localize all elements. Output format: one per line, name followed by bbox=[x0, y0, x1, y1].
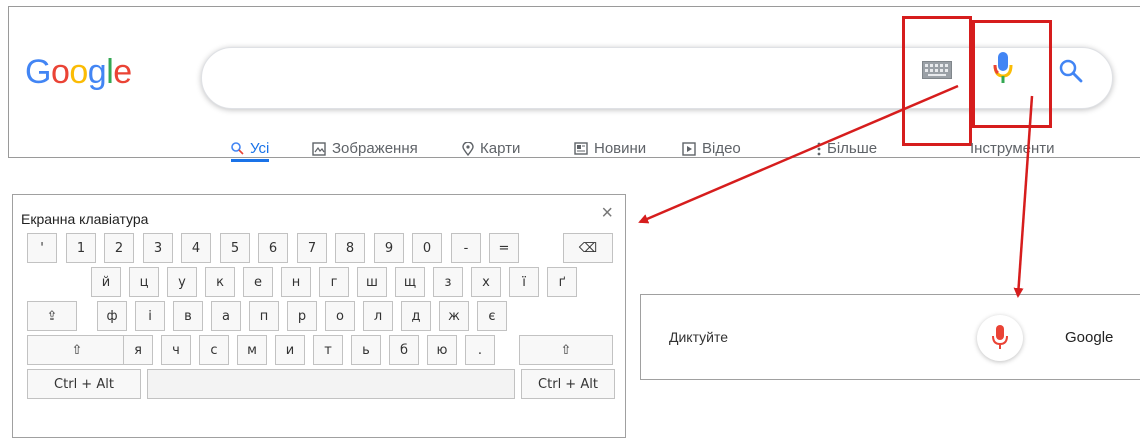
google-brand-label: Google bbox=[1065, 329, 1114, 346]
keyboard-key[interactable]: х bbox=[471, 267, 501, 297]
tab-images[interactable]: Зображення bbox=[312, 140, 418, 157]
mic-icon bbox=[992, 325, 1008, 349]
map-pin-icon bbox=[462, 141, 474, 156]
keyboard-key[interactable]: 2 bbox=[104, 233, 134, 263]
mic-highlight-box bbox=[972, 20, 1052, 128]
keyboard-key[interactable]: ц bbox=[129, 267, 159, 297]
keyboard-key[interactable]: ї bbox=[509, 267, 539, 297]
keyboard-key[interactable]: д bbox=[401, 301, 431, 331]
search-icon bbox=[231, 142, 244, 155]
keyboard-key[interactable]: й bbox=[91, 267, 121, 297]
keyboard-key[interactable]: 5 bbox=[220, 233, 250, 263]
tab-label: Більше bbox=[827, 140, 878, 157]
keyboard-key[interactable]: м bbox=[237, 335, 267, 365]
keyboard-key[interactable]: р bbox=[287, 301, 317, 331]
keyboard-key[interactable]: т bbox=[313, 335, 343, 365]
keyboard-key[interactable]: б bbox=[389, 335, 419, 365]
keyboard-key[interactable]: о bbox=[325, 301, 355, 331]
tab-all[interactable]: Усі bbox=[231, 140, 270, 162]
ctrl-alt-key[interactable]: Ctrl + Alt bbox=[27, 369, 141, 399]
tab-news[interactable]: Новини bbox=[574, 140, 646, 157]
keyboard-key[interactable]: ь bbox=[351, 335, 381, 365]
shift-key[interactable]: ⇧ bbox=[27, 335, 127, 365]
tab-tools[interactable]: Інструменти bbox=[970, 140, 1055, 157]
keyboard-key[interactable]: ж bbox=[439, 301, 469, 331]
logo-letter: l bbox=[106, 53, 114, 91]
keyboard-key[interactable]: ґ bbox=[547, 267, 577, 297]
voice-mic-button[interactable] bbox=[977, 315, 1023, 361]
backspace-key[interactable]: ⌫ bbox=[563, 233, 613, 263]
keyboard-key[interactable]: щ bbox=[395, 267, 425, 297]
keyboard-key[interactable]: з bbox=[433, 267, 463, 297]
logo-letter: g bbox=[87, 53, 107, 91]
keyboard-key[interactable]: . bbox=[465, 335, 495, 365]
keyboard-key[interactable]: 3 bbox=[143, 233, 173, 263]
search-tabs: Усі Зображення Карти Новини Відео Більше… bbox=[0, 140, 1140, 162]
keyboard-key[interactable]: 0 bbox=[412, 233, 442, 263]
keyboard-highlight-box bbox=[902, 16, 972, 146]
keyboard-key[interactable]: 4 bbox=[181, 233, 211, 263]
keyboard-key[interactable]: ю bbox=[427, 335, 457, 365]
keyboard-key[interactable]: н bbox=[281, 267, 311, 297]
keyboard-key[interactable]: я bbox=[123, 335, 153, 365]
onscreen-keyboard-panel: Екранна клавіатура × ' 1 2 3 4 5 6 7 8 9 0- = ⌫ й ц у к е… bbox=[12, 194, 626, 438]
keyboard-key[interactable]: = bbox=[489, 233, 519, 263]
keyboard-key[interactable]: с bbox=[199, 335, 229, 365]
voice-search-panel: Диктуйте Google bbox=[640, 294, 1140, 380]
keyboard-key[interactable]: л bbox=[363, 301, 393, 331]
keyboard-title: Екранна клавіатура bbox=[21, 211, 149, 227]
keyboard-key[interactable]: п bbox=[249, 301, 279, 331]
dictation-prompt: Диктуйте bbox=[669, 329, 729, 345]
keyboard-key[interactable]: а bbox=[211, 301, 241, 331]
logo-letter: o bbox=[50, 53, 70, 91]
tab-label: Інструменти bbox=[970, 140, 1055, 157]
keyboard-key[interactable]: ф bbox=[97, 301, 127, 331]
keyboard-key[interactable]: ш bbox=[357, 267, 387, 297]
video-icon bbox=[682, 141, 696, 156]
tab-video[interactable]: Відео bbox=[682, 140, 741, 157]
close-icon[interactable]: × bbox=[601, 203, 613, 223]
keyboard-key[interactable]: 8 bbox=[335, 233, 365, 263]
tab-maps[interactable]: Карти bbox=[462, 140, 520, 157]
capslock-key[interactable]: ⇪ bbox=[27, 301, 77, 331]
keyboard-key[interactable]: 1 bbox=[66, 233, 96, 263]
keyboard-key[interactable]: к bbox=[205, 267, 235, 297]
keyboard-key[interactable]: г bbox=[319, 267, 349, 297]
keyboard-key[interactable]: 6 bbox=[258, 233, 288, 263]
keyboard-key[interactable]: в bbox=[173, 301, 203, 331]
logo-letter: e bbox=[113, 53, 132, 91]
tab-label: Новини bbox=[594, 140, 647, 157]
keyboard-key[interactable]: і bbox=[135, 301, 165, 331]
image-icon bbox=[312, 141, 326, 156]
keyboard-key[interactable]: 7 bbox=[297, 233, 327, 263]
space-key[interactable] bbox=[147, 369, 515, 399]
keyboard-key[interactable]: ' bbox=[27, 233, 57, 263]
google-logo[interactable]: Google bbox=[25, 53, 132, 92]
keyboard-key[interactable]: 9 bbox=[374, 233, 404, 263]
shift-key[interactable]: ⇧ bbox=[519, 335, 613, 365]
keyboard-key[interactable]: у bbox=[167, 267, 197, 297]
ctrl-alt-key[interactable]: Ctrl + Alt bbox=[521, 369, 615, 399]
more-vert-icon bbox=[817, 142, 821, 155]
search-icon[interactable] bbox=[1058, 58, 1084, 84]
keyboard-key[interactable]: ч bbox=[161, 335, 191, 365]
keyboard-key[interactable]: и bbox=[275, 335, 305, 365]
keyboard-key[interactable]: е bbox=[243, 267, 273, 297]
keyboard-key[interactable]: - bbox=[451, 233, 481, 263]
tab-label: Зображення bbox=[332, 140, 418, 157]
keyboard-key[interactable]: є bbox=[477, 301, 507, 331]
news-icon bbox=[574, 142, 588, 155]
tab-label: Усі bbox=[250, 140, 270, 157]
tab-more[interactable]: Більше bbox=[817, 140, 877, 157]
tab-label: Відео bbox=[702, 140, 741, 157]
logo-letter: G bbox=[25, 53, 51, 91]
logo-letter: o bbox=[69, 53, 88, 91]
tab-label: Карти bbox=[480, 140, 521, 157]
